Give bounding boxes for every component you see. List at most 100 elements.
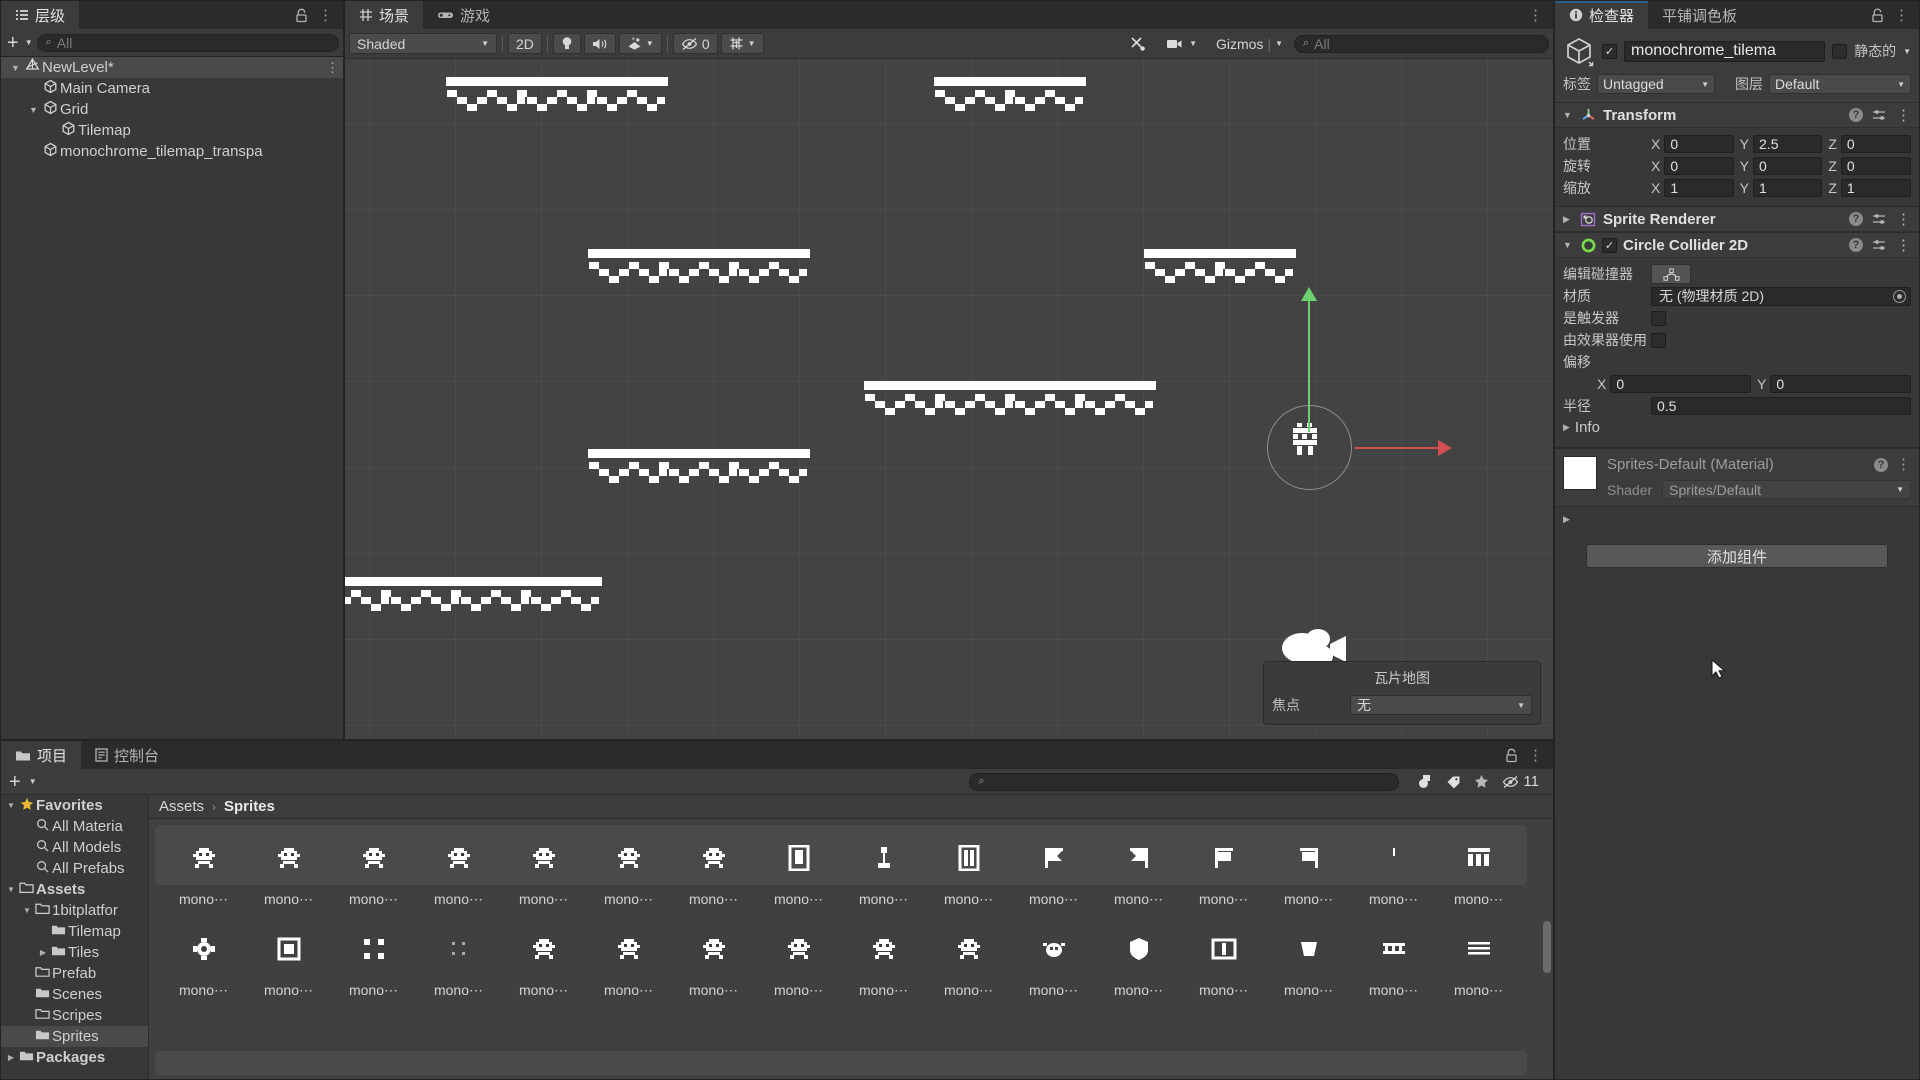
asset-item[interactable]: mono⋯ [1096, 918, 1181, 999]
hierarchy-item[interactable]: Main Camera [1, 78, 343, 99]
asset-item[interactable]: mono⋯ [416, 827, 501, 908]
transform-z-field[interactable]: Z0 [1828, 135, 1912, 153]
hidden-objects-toggle[interactable]: 0 [672, 33, 718, 54]
asset-item[interactable]: mono⋯ [246, 827, 331, 908]
asset-item[interactable]: mono⋯ [756, 918, 841, 999]
asset-item[interactable]: mono⋯ [1011, 827, 1096, 908]
fx-dropdown-caret-icon[interactable]: ▼ [646, 39, 654, 48]
star-icon[interactable] [1474, 774, 1489, 789]
add-dropdown-caret-icon[interactable]: ▼ [25, 38, 33, 47]
asset-item[interactable]: mono⋯ [161, 918, 246, 999]
edit-collider-button[interactable] [1651, 264, 1691, 284]
hierarchy-item[interactable]: ▼ NewLevel* ⋮ [1, 57, 343, 78]
project-hidden-count[interactable]: 11 [1502, 773, 1539, 790]
transform-y-input[interactable]: 1 [1753, 179, 1823, 197]
collider-info-foldout[interactable]: ▶ Info [1563, 417, 1911, 440]
asset-item[interactable]: mono⋯ [1351, 827, 1436, 908]
static-dropdown-caret-icon[interactable]: ▼ [1903, 47, 1911, 56]
asset-item[interactable]: mono⋯ [501, 918, 586, 999]
gizmo-y-arrow[interactable] [1301, 287, 1317, 301]
shading-mode-dropdown[interactable]: Shaded ▼ [349, 33, 497, 54]
scene-tools-button[interactable] [1122, 33, 1155, 54]
kebab-menu-icon[interactable]: ⋮ [1896, 108, 1911, 123]
asset-item[interactable]: mono⋯ [246, 918, 331, 999]
material-preview-swatch[interactable] [1563, 456, 1597, 490]
asset-grid-area[interactable]: mono⋯ mono⋯ mono⋯ mono⋯ mono⋯ mono⋯ mono⋯ mono⋯… [149, 819, 1553, 1079]
help-icon[interactable]: ? [1849, 238, 1863, 252]
breadcrumb-current[interactable]: Sprites [224, 798, 275, 815]
transform-y-field[interactable]: Y1 [1740, 179, 1823, 197]
asset-item[interactable]: mono⋯ [926, 918, 1011, 999]
project-tree-item[interactable]: Scripes [1, 1005, 148, 1026]
offset-y-input[interactable]: 0 [1770, 375, 1911, 393]
create-asset-button[interactable]: + [7, 772, 23, 792]
tab-inspector[interactable]: 检查器 [1555, 1, 1649, 29]
chevron-right-icon[interactable]: ▶ [37, 948, 49, 957]
circle-collider-header[interactable]: ▼ ✓ Circle Collider 2D ? ⋮ [1555, 233, 1919, 258]
asset-scrollbar-thumb[interactable] [1543, 921, 1551, 973]
transform-x-input[interactable]: 1 [1664, 179, 1734, 197]
chevron-down-icon[interactable]: ▼ [1563, 110, 1574, 120]
layer-dropdown[interactable]: Default ▼ [1769, 74, 1911, 94]
project-tree-item[interactable]: All Prefabs [1, 858, 148, 879]
asset-item[interactable]: mono⋯ [1181, 827, 1266, 908]
grid-dropdown-caret-icon[interactable]: ▼ [748, 39, 756, 48]
asset-item[interactable]: mono⋯ [841, 827, 926, 908]
transform-x-input[interactable]: 0 [1664, 135, 1734, 153]
project-tree-item[interactable]: ▼ Assets [1, 879, 148, 900]
transform-z-field[interactable]: Z1 [1828, 179, 1912, 197]
tab-game[interactable]: 游戏 [423, 1, 504, 29]
asset-item[interactable]: mono⋯ [1181, 918, 1266, 999]
add-gameobject-button[interactable]: + [5, 33, 21, 53]
help-icon[interactable]: ? [1849, 212, 1863, 226]
project-tree-item[interactable]: ▼ 1bitplatfor [1, 900, 148, 921]
asset-item[interactable]: mono⋯ [161, 827, 246, 908]
help-icon[interactable]: ? [1874, 457, 1888, 472]
project-tree-item[interactable]: Sprites [1, 1026, 148, 1047]
is-trigger-checkbox[interactable] [1651, 310, 1666, 326]
scene-audio-toggle[interactable] [583, 33, 616, 54]
asset-item[interactable]: mono⋯ [756, 827, 841, 908]
asset-item[interactable]: mono⋯ [841, 918, 926, 999]
project-search-input[interactable]: ⌕ [969, 772, 1400, 791]
transform-z-input[interactable]: 0 [1840, 135, 1912, 153]
scene-fx-toggle[interactable]: ▼ [618, 33, 662, 54]
tag-icon[interactable] [1446, 775, 1461, 789]
project-tree-item[interactable]: All Models [1, 837, 148, 858]
asset-scrollbar[interactable] [1543, 825, 1551, 1073]
transform-y-input[interactable]: 0 [1753, 157, 1823, 175]
platform-tile[interactable] [585, 77, 669, 127]
project-tree-item[interactable]: Prefab [1, 963, 148, 984]
project-tree-item[interactable]: ▶ Packages [1, 1047, 148, 1068]
hierarchy-item[interactable]: monochrome_tilemap_transpa [1, 141, 343, 162]
asset-item[interactable]: mono⋯ [331, 918, 416, 999]
lock-icon[interactable] [295, 8, 308, 23]
asset-item[interactable]: mono⋯ [1266, 827, 1351, 908]
camera-dropdown-caret-icon[interactable]: ▼ [1189, 39, 1197, 48]
kebab-menu-icon[interactable]: ⋮ [1896, 457, 1911, 472]
asset-item[interactable]: mono⋯ [331, 827, 416, 908]
kebab-menu-icon[interactable]: ⋮ [1528, 8, 1543, 23]
tab-hierarchy[interactable]: 层级 [1, 1, 80, 29]
preset-icon[interactable] [1872, 109, 1887, 122]
collider-material-field[interactable]: 无 (物理材质 2D) [1651, 286, 1911, 306]
transform-x-field[interactable]: X0 [1651, 157, 1734, 175]
hierarchy-item[interactable]: Tilemap [1, 120, 343, 141]
platform-tile[interactable] [727, 249, 811, 299]
project-tree-item[interactable]: ▶ Tiles [1, 942, 148, 963]
lock-open-icon[interactable] [1871, 7, 1884, 23]
asset-item[interactable]: mono⋯ [1011, 918, 1096, 999]
asset-item[interactable]: mono⋯ [926, 827, 1011, 908]
tilemap-overlay-popup[interactable]: 瓦片地图 焦点 无 ▼ [1263, 661, 1541, 725]
add-component-button[interactable]: 添加组件 [1586, 544, 1888, 568]
asset-item[interactable]: mono⋯ [1266, 918, 1351, 999]
asset-item[interactable]: mono⋯ [1436, 827, 1521, 908]
scene-viewport[interactable]: 瓦片地图 焦点 无 ▼ [345, 59, 1553, 739]
project-tree-item[interactable]: Scenes [1, 984, 148, 1005]
asset-item[interactable]: mono⋯ [671, 827, 756, 908]
project-tree-item[interactable]: Tilemap [1, 921, 148, 942]
circle-collider-enabled-checkbox[interactable]: ✓ [1602, 237, 1617, 253]
tab-console[interactable]: 控制台 [81, 741, 173, 769]
hierarchy-search-input[interactable]: ⌕ All [36, 33, 339, 52]
toggle-2d-button[interactable]: 2D [508, 33, 542, 54]
